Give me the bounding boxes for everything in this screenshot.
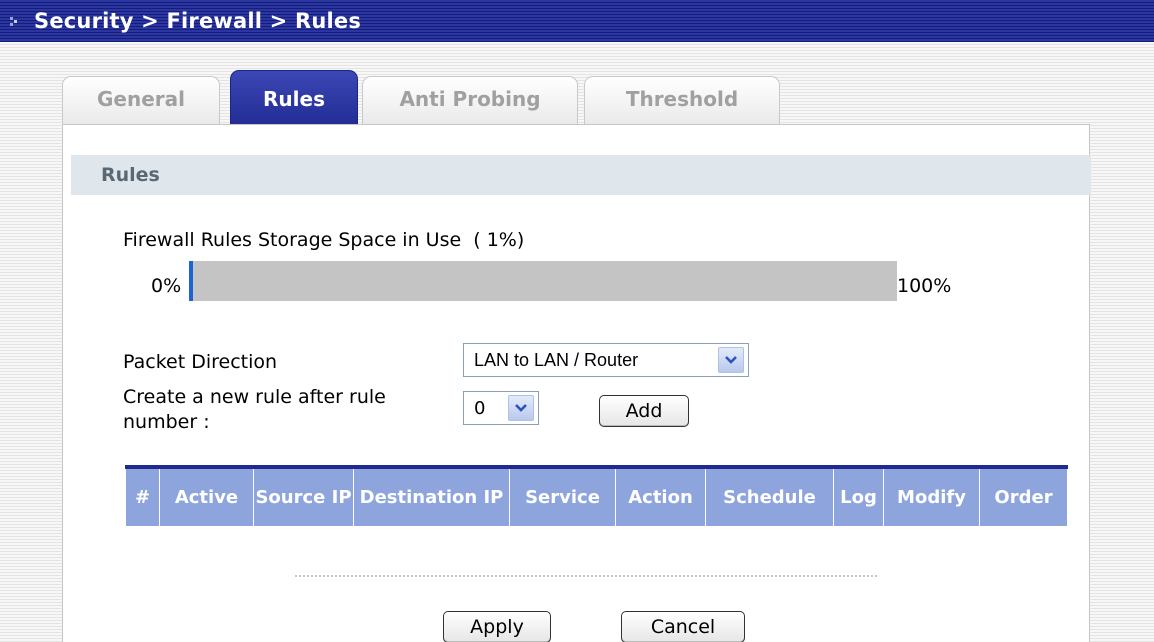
cancel-button[interactable]: Cancel (621, 611, 745, 642)
divider (295, 575, 877, 577)
section-title: Rules (71, 155, 1091, 195)
chevron-down-icon (718, 347, 744, 373)
col-header-action: Action (615, 465, 706, 527)
col-header-source-ip: Source IP (253, 465, 354, 527)
col-header-number: # (125, 465, 160, 527)
col-header-active: Active (159, 465, 254, 527)
storage-label: Firewall Rules Storage Space in Use ( 1%… (123, 229, 525, 251)
rule-number-select[interactable]: 0 (463, 391, 539, 425)
rule-number-value: 0 (474, 397, 486, 419)
storage-max-label: 100% (897, 275, 952, 297)
rules-panel: Rules Firewall Rules Storage Space in Us… (62, 124, 1091, 642)
col-header-log: Log (833, 465, 884, 527)
apply-button[interactable]: Apply (443, 611, 551, 642)
packet-direction-value: LAN to LAN / Router (474, 349, 639, 370)
col-header-modify: Modify (883, 465, 980, 527)
col-header-order: Order (979, 465, 1068, 527)
col-header-destination-ip: Destination IP (353, 465, 510, 527)
chevron-down-icon (508, 395, 534, 421)
packet-direction-select[interactable]: LAN to LAN / Router (463, 343, 749, 377)
storage-progress-bar (189, 261, 897, 301)
add-button[interactable]: Add (599, 395, 689, 427)
tab-threshold[interactable]: Threshold (584, 76, 780, 126)
arrow-right-icon (8, 12, 26, 30)
tab-general[interactable]: General (62, 76, 220, 126)
packet-direction-label: Packet Direction (123, 351, 278, 373)
title-bar: Security > Firewall > Rules (0, 0, 1154, 42)
storage-progress-fill (189, 261, 193, 301)
col-header-service: Service (509, 465, 616, 527)
col-header-schedule: Schedule (705, 465, 834, 527)
storage-min-label: 0% (151, 275, 182, 297)
breadcrumb: Security > Firewall > Rules (34, 9, 362, 33)
new-rule-label: Create a new rule after rule number : (123, 386, 386, 433)
table-header-row: # Active Source IP Destination IP Servic… (125, 465, 1068, 527)
rules-table: # Active Source IP Destination IP Servic… (125, 465, 1068, 527)
tab-rules[interactable]: Rules (230, 70, 358, 126)
tab-anti-probing[interactable]: Anti Probing (362, 76, 578, 126)
